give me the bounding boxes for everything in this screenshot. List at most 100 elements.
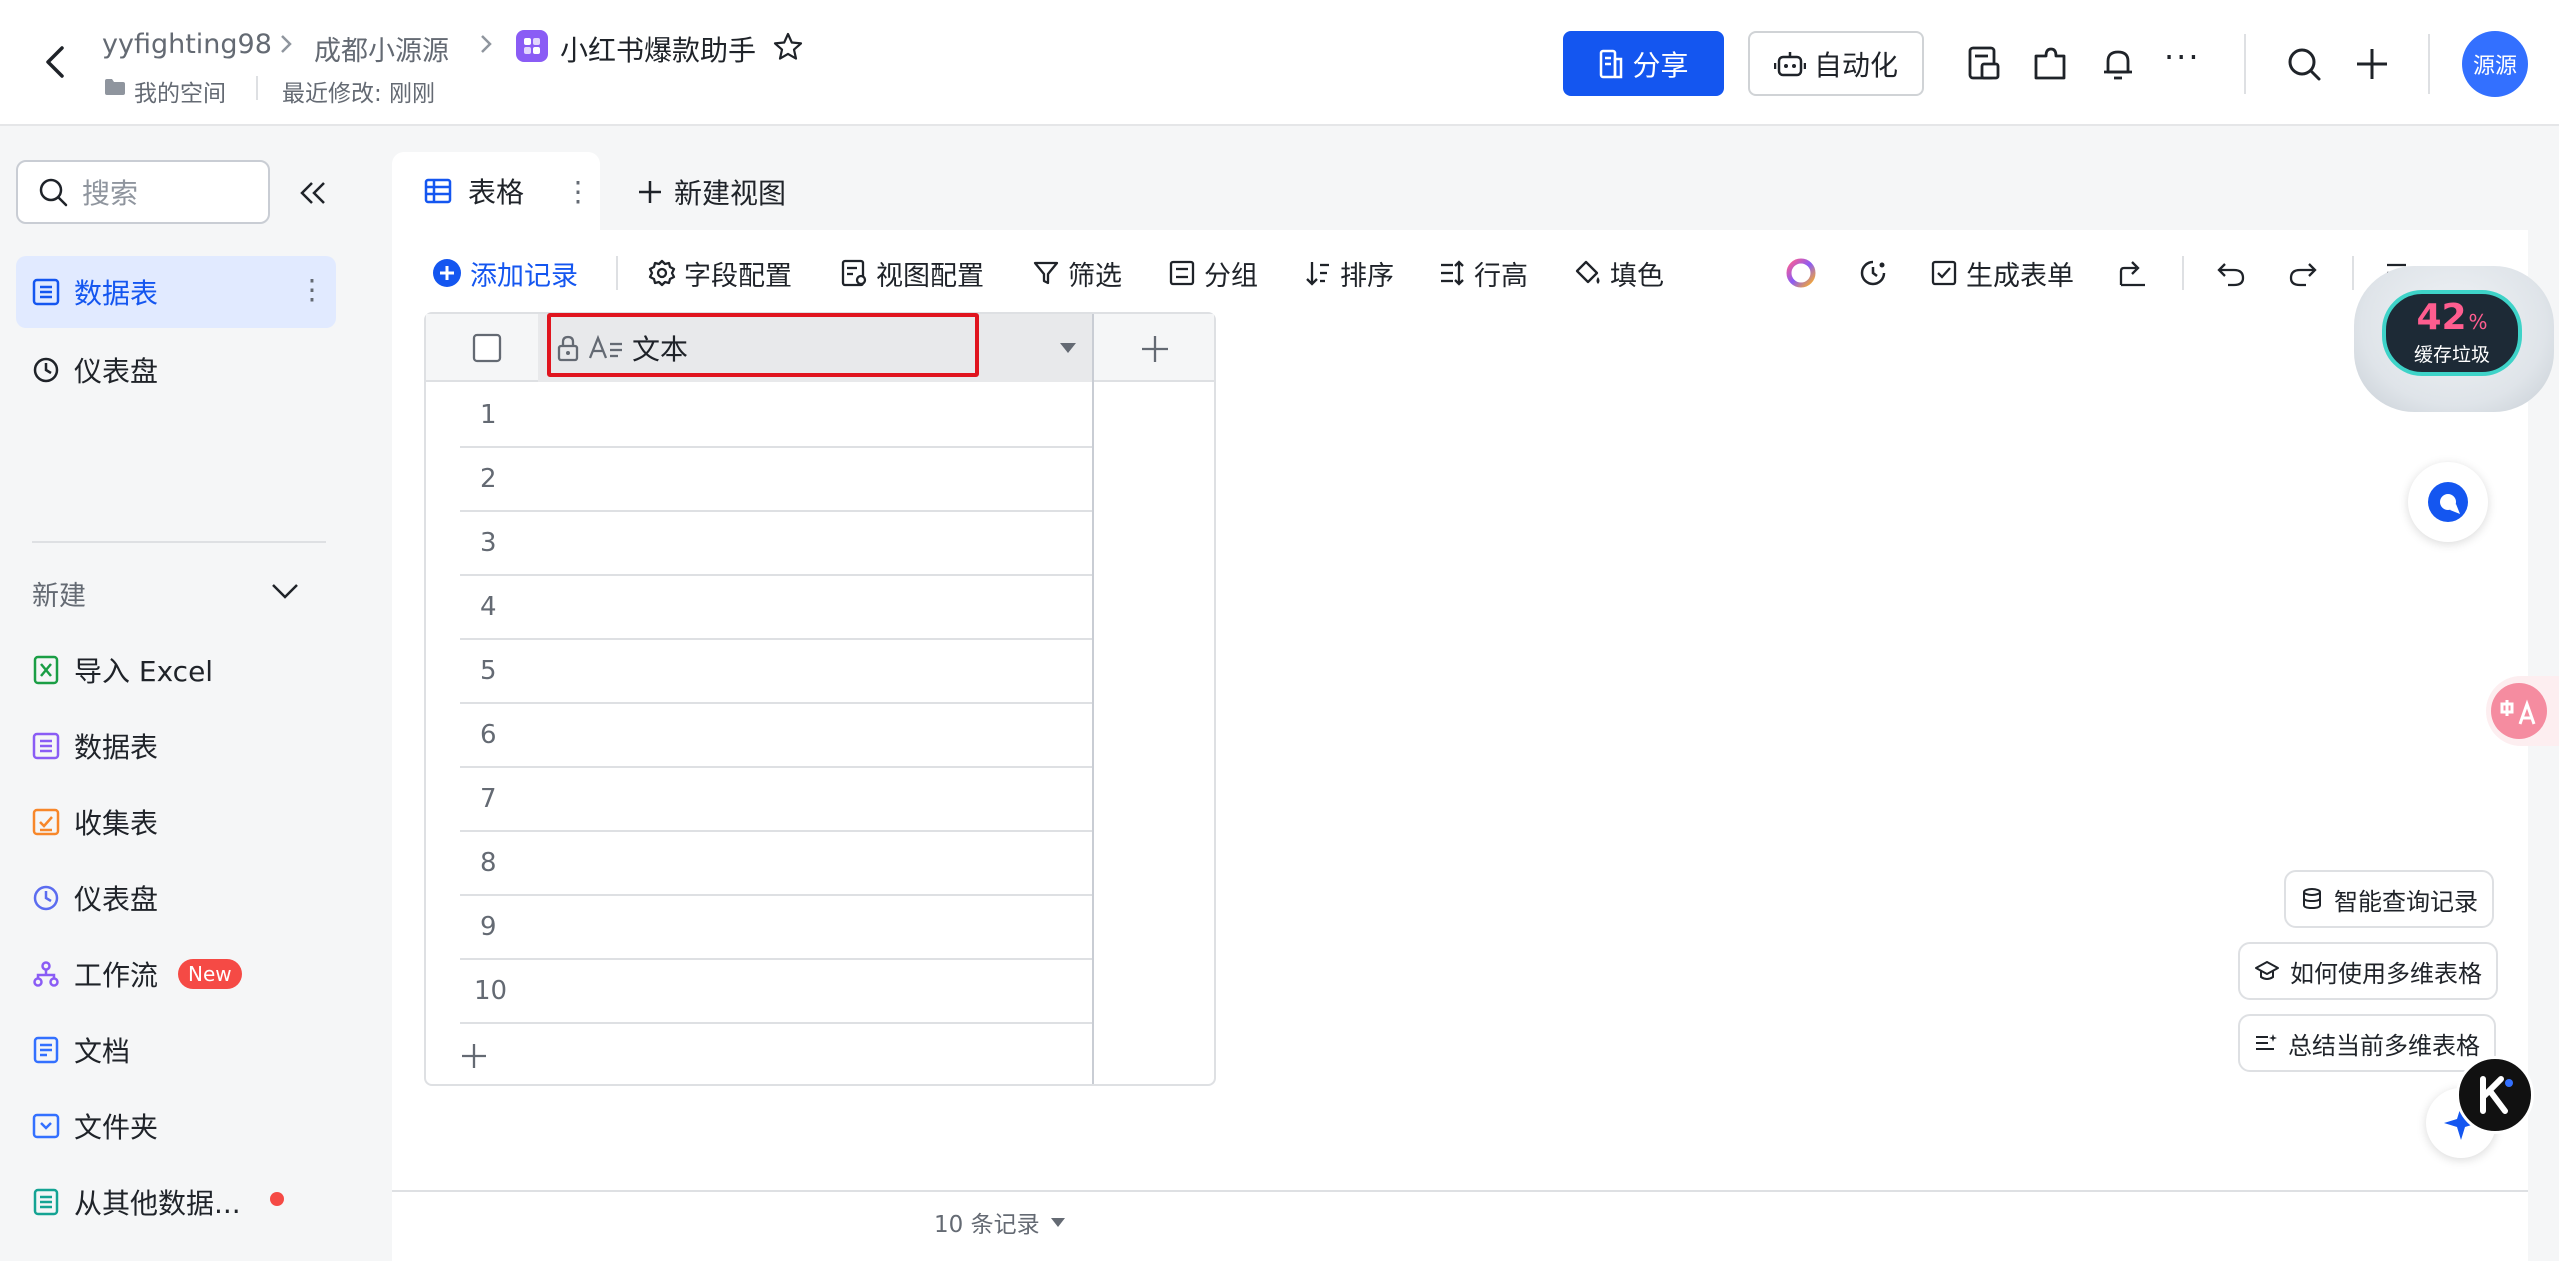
- tab-label: 表格: [468, 176, 525, 209]
- table-icon: [32, 732, 60, 760]
- generate-form-button[interactable]: 生成表单: [1930, 250, 2074, 296]
- cache-cleaner-display[interactable]: 42 % 缓存垃圾: [2382, 290, 2522, 376]
- dashboard-icon: [32, 356, 60, 384]
- new-workflow[interactable]: 工作流 New: [32, 954, 242, 994]
- search-icon[interactable]: [2284, 44, 2324, 84]
- fill-color-button[interactable]: 填色: [1574, 250, 1664, 296]
- table-row[interactable]: 9: [460, 896, 1092, 960]
- more-vertical-icon[interactable]: ⋮: [298, 276, 326, 304]
- group-button[interactable]: 分组: [1168, 250, 1258, 296]
- table-row[interactable]: 2: [460, 448, 1092, 512]
- table-row[interactable]: 7: [460, 768, 1092, 832]
- sidebar-item-label: 仪表盘: [74, 355, 159, 388]
- sidebar-item-table[interactable]: 数据表: [32, 272, 158, 312]
- folder-icon: [32, 1112, 60, 1140]
- table-icon: [32, 278, 60, 306]
- select-all-checkbox[interactable]: [472, 333, 502, 363]
- more-vertical-icon[interactable]: ⋮: [564, 175, 592, 208]
- ai-pill-smart-query[interactable]: 智能查询记录: [2284, 870, 2494, 928]
- add-record-button[interactable]: 添加记录: [432, 250, 578, 296]
- table-row[interactable]: 8: [460, 832, 1092, 896]
- new-form[interactable]: 收集表: [32, 802, 158, 842]
- star-icon[interactable]: [772, 31, 804, 63]
- table-row[interactable]: 10: [460, 960, 1092, 1024]
- doc-title[interactable]: 小红书爆款助手: [560, 29, 756, 69]
- new-table[interactable]: 数据表: [32, 726, 158, 766]
- robot-icon: [1773, 49, 1806, 79]
- ai-pill-summarize[interactable]: 总结当前多维表格: [2238, 1014, 2496, 1072]
- field-config-button[interactable]: 字段配置: [648, 250, 792, 296]
- sort-button[interactable]: 排序: [1304, 250, 1394, 296]
- ai-pill-label: 智能查询记录: [2334, 887, 2478, 916]
- history-icon[interactable]: [1856, 256, 1890, 290]
- sidebar-item-label: 数据表: [74, 277, 159, 310]
- field-header-highlight-box: [547, 313, 979, 377]
- breadcrumb-folder[interactable]: 成都小源源: [314, 29, 449, 68]
- plugin-icon[interactable]: [2030, 44, 2070, 84]
- group-icon: [1168, 259, 1196, 287]
- new-import-excel[interactable]: 导入 Excel: [32, 650, 213, 690]
- plus-icon: [636, 178, 664, 206]
- generate-form-label: 生成表单: [1966, 260, 2074, 292]
- add-icon[interactable]: [2352, 44, 2392, 84]
- notification-bell-icon[interactable]: [2098, 44, 2138, 84]
- form-check-icon: [1930, 259, 1958, 287]
- group-label: 分组: [1204, 260, 1258, 292]
- chat-assistant-button[interactable]: [2408, 462, 2488, 542]
- add-row-plus-icon[interactable]: [458, 1040, 490, 1072]
- new-item-label: 数据表: [74, 731, 159, 764]
- ai-pill-how-to-use[interactable]: 如何使用多维表格: [2238, 942, 2498, 1000]
- chevron-down-icon[interactable]: [268, 578, 302, 604]
- ai-pill-label: 如何使用多维表格: [2290, 959, 2482, 988]
- new-from-datasource[interactable]: 从其他数据...: [32, 1182, 241, 1222]
- row-height-button[interactable]: 行高: [1438, 250, 1528, 296]
- more-icon[interactable]: ···: [2164, 38, 2201, 76]
- new-item-label: 从其他数据...: [74, 1187, 241, 1220]
- tab-grid-view[interactable]: 表格 ⋮: [392, 152, 600, 230]
- add-circle-icon: [432, 258, 462, 288]
- new-doc[interactable]: 文档: [32, 1030, 130, 1070]
- translate-widget[interactable]: [2486, 676, 2559, 746]
- share-export-icon[interactable]: [2118, 258, 2148, 288]
- folder-icon: [104, 78, 126, 96]
- record-count-dropdown[interactable]: 10 条记录: [934, 1205, 1066, 1239]
- view-config-button[interactable]: 视图配置: [840, 250, 984, 296]
- dashboard-icon: [32, 884, 60, 912]
- footer-divider: [392, 1190, 2528, 1192]
- space-link[interactable]: 我的空间: [134, 74, 226, 108]
- sidebar-item-dashboard[interactable]: 仪表盘: [32, 350, 158, 390]
- new-section-title[interactable]: 新建: [32, 574, 86, 613]
- field-dropdown-caret-icon[interactable]: [1058, 340, 1078, 356]
- share-button[interactable]: 分享: [1563, 31, 1724, 96]
- new-item-label: 文档: [74, 1035, 131, 1068]
- sidebar-divider: [32, 541, 326, 543]
- graduation-cap-icon: [2254, 959, 2280, 983]
- back-icon[interactable]: [38, 42, 74, 82]
- breadcrumb-workspace[interactable]: yyfighting98: [102, 29, 272, 60]
- table-row[interactable]: 1: [460, 384, 1092, 448]
- avatar[interactable]: 源源: [2462, 31, 2528, 97]
- header-divider: [2244, 34, 2246, 94]
- ai-assistant-icon[interactable]: [1784, 256, 1818, 290]
- new-item-label: 工作流: [74, 959, 159, 992]
- sort-label: 排序: [1340, 260, 1394, 292]
- new-view-button[interactable]: 新建视图: [636, 170, 786, 214]
- new-dashboard[interactable]: 仪表盘: [32, 878, 158, 918]
- new-folder[interactable]: 文件夹: [32, 1106, 158, 1146]
- redo-icon[interactable]: [2288, 258, 2318, 288]
- toolbar-divider: [616, 256, 618, 290]
- undo-icon[interactable]: [2216, 258, 2246, 288]
- workflow-icon: [32, 960, 60, 988]
- collapse-sidebar-icon[interactable]: [296, 176, 330, 210]
- table-row[interactable]: 4: [460, 576, 1092, 640]
- add-field-plus-icon[interactable]: [1138, 332, 1172, 366]
- table-row[interactable]: 6: [460, 704, 1092, 768]
- search-input[interactable]: 搜索: [16, 160, 270, 224]
- template-icon[interactable]: [1964, 44, 2004, 84]
- automation-button[interactable]: 自动化: [1748, 31, 1924, 96]
- table-row[interactable]: 5: [460, 640, 1092, 704]
- filter-button[interactable]: 筛选: [1032, 250, 1122, 296]
- table-row[interactable]: 3: [460, 512, 1092, 576]
- k-assistant-button[interactable]: [2456, 1056, 2534, 1134]
- notification-dot: [270, 1192, 284, 1206]
